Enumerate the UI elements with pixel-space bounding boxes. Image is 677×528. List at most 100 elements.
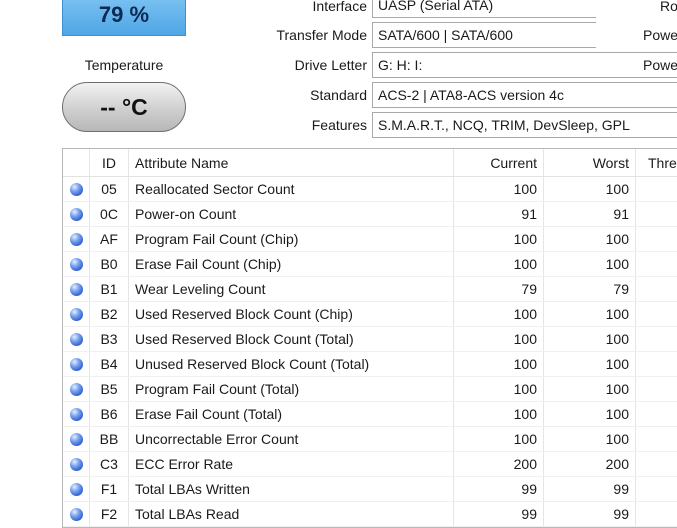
- attribute-id: B2: [90, 302, 129, 326]
- attribute-threshold: [636, 377, 677, 401]
- status-cell: [63, 427, 90, 451]
- attribute-current: 100: [454, 302, 544, 326]
- status-dot-icon: [69, 182, 83, 196]
- transfer-mode-label: Transfer Mode: [276, 27, 367, 43]
- table-header: ID Attribute Name Current Worst Thre: [63, 149, 677, 177]
- attribute-id: B0: [90, 252, 129, 276]
- attribute-id: B4: [90, 352, 129, 376]
- table-row[interactable]: B6 Erase Fail Count (Total) 100 100: [63, 402, 677, 427]
- attribute-id: B1: [90, 277, 129, 301]
- attribute-threshold: [636, 427, 677, 451]
- table-row[interactable]: AF Program Fail Count (Chip) 100 100: [63, 227, 677, 252]
- table-row[interactable]: B1 Wear Leveling Count 79 79: [63, 277, 677, 302]
- status-dot-icon: [69, 457, 83, 471]
- features-label: Features: [311, 117, 367, 133]
- attribute-current: 100: [454, 427, 544, 451]
- status-dot-icon: [69, 332, 83, 346]
- attribute-current: 99: [454, 477, 544, 501]
- status-dot-icon: [69, 482, 83, 496]
- status-cell: [63, 177, 90, 201]
- attribute-threshold: [636, 402, 677, 426]
- table-row[interactable]: B4 Unused Reserved Block Count (Total) 100…: [63, 352, 677, 377]
- standard-value: ACS-2 | ATA8-ACS version 4c: [372, 82, 677, 108]
- status-cell: [63, 252, 90, 276]
- attribute-name: Total LBAs Read: [129, 502, 454, 526]
- status-dot-icon: [69, 232, 83, 246]
- attribute-worst: 100: [544, 427, 636, 451]
- attribute-worst: 100: [544, 302, 636, 326]
- attribute-name: Power-on Count: [129, 202, 454, 226]
- status-cell: [63, 227, 90, 251]
- table-row[interactable]: B0 Erase Fail Count (Chip) 100 100: [63, 252, 677, 277]
- attribute-current: 100: [454, 352, 544, 376]
- attribute-threshold: [636, 277, 677, 301]
- attribute-current: 100: [454, 377, 544, 401]
- status-dot-icon: [69, 357, 83, 371]
- table-row[interactable]: F2 Total LBAs Read 99 99: [63, 502, 677, 527]
- interface-value: UASP (Serial ATA): [372, 0, 596, 18]
- status-dot-icon: [69, 507, 83, 521]
- attribute-threshold: [636, 327, 677, 351]
- attribute-name: Program Fail Count (Total): [129, 377, 454, 401]
- health-status-box[interactable]: 79 %: [62, 0, 186, 36]
- attribute-current: 100: [454, 327, 544, 351]
- attribute-name: Wear Leveling Count: [129, 277, 454, 301]
- attribute-name: ECC Error Rate: [129, 452, 454, 476]
- status-cell: [63, 277, 90, 301]
- table-row[interactable]: B3 Used Reserved Block Count (Total) 100 10…: [63, 327, 677, 352]
- features-value: S.M.A.R.T., NCQ, TRIM, DevSleep, GPL: [372, 112, 677, 138]
- attribute-id: 05: [90, 177, 129, 201]
- status-cell: [63, 302, 90, 326]
- header-attribute-name[interactable]: Attribute Name: [129, 149, 454, 176]
- attribute-worst: 100: [544, 177, 636, 201]
- attribute-threshold: [636, 477, 677, 501]
- attribute-worst: 91: [544, 202, 636, 226]
- status-dot-icon: [69, 307, 83, 321]
- smart-attribute-table[interactable]: ID Attribute Name Current Worst Thre 05 R…: [62, 148, 677, 528]
- attribute-id: 0C: [90, 202, 129, 226]
- header-status[interactable]: [63, 149, 90, 176]
- status-dot-icon: [69, 282, 83, 296]
- table-row[interactable]: 05 Reallocated Sector Count 100 100: [63, 177, 677, 202]
- table-row[interactable]: B2 Used Reserved Block Count (Chip) 100 100: [63, 302, 677, 327]
- attribute-current: 99: [454, 502, 544, 526]
- attribute-worst: 100: [544, 377, 636, 401]
- table-row[interactable]: F1 Total LBAs Written 99 99: [63, 477, 677, 502]
- table-row[interactable]: BB Uncorrectable Error Count 100 100: [63, 427, 677, 452]
- status-cell: [63, 502, 90, 526]
- header-worst[interactable]: Worst: [544, 149, 636, 176]
- attribute-name: Erase Fail Count (Chip): [129, 252, 454, 276]
- attribute-threshold: [636, 502, 677, 526]
- table-row[interactable]: B5 Program Fail Count (Total) 100 100: [63, 377, 677, 402]
- attribute-worst: 99: [544, 502, 636, 526]
- temperature-display[interactable]: -- °C: [62, 82, 186, 132]
- attribute-name: Used Reserved Block Count (Total): [129, 327, 454, 351]
- status-cell: [63, 377, 90, 401]
- status-dot-icon: [69, 407, 83, 421]
- right-label-3: Powe: [643, 57, 677, 73]
- status-cell: [63, 477, 90, 501]
- status-dot-icon: [69, 382, 83, 396]
- transfer-mode-value: SATA/600 | SATA/600: [372, 22, 596, 48]
- health-percent: 79 %: [98, 2, 150, 27]
- attribute-worst: 100: [544, 402, 636, 426]
- attribute-threshold: [636, 452, 677, 476]
- standard-label: Standard: [310, 87, 367, 103]
- table-row[interactable]: C3 ECC Error Rate 200 200: [63, 452, 677, 477]
- attribute-name: Uncorrectable Error Count: [129, 427, 454, 451]
- table-row[interactable]: 0C Power-on Count 91 91: [63, 202, 677, 227]
- attribute-threshold: [636, 352, 677, 376]
- header-id[interactable]: ID: [90, 149, 129, 176]
- status-cell: [63, 202, 90, 226]
- attribute-threshold: [636, 227, 677, 251]
- attribute-threshold: [636, 202, 677, 226]
- attribute-name: Used Reserved Block Count (Chip): [129, 302, 454, 326]
- attribute-name: Program Fail Count (Chip): [129, 227, 454, 251]
- status-dot-icon: [69, 257, 83, 271]
- header-threshold[interactable]: Thre: [636, 149, 677, 176]
- header-current[interactable]: Current: [454, 149, 544, 176]
- attribute-current: 100: [454, 227, 544, 251]
- attribute-name: Erase Fail Count (Total): [129, 402, 454, 426]
- attribute-worst: 79: [544, 277, 636, 301]
- attribute-current: 79: [454, 277, 544, 301]
